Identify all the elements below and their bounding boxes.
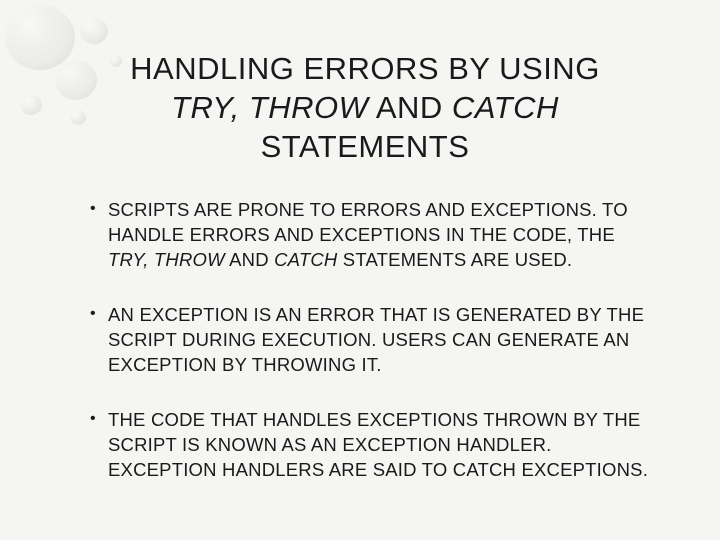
bullet-text: AND	[225, 249, 274, 270]
bullet-item: THE CODE THAT HANDLES EXCEPTIONS THROWN …	[90, 408, 660, 483]
bullet-text: SCRIPTS ARE PRONE TO ERRORS AND EXCEPTIO…	[108, 199, 628, 245]
bullet-item: SCRIPTS ARE PRONE TO ERRORS AND EXCEPTIO…	[90, 198, 660, 273]
bullet-text: AN EXCEPTION IS AN ERROR THAT IS GENERAT…	[108, 304, 644, 375]
title-and: AND	[368, 90, 451, 125]
bullet-text: STATEMENTS ARE USED.	[337, 249, 572, 270]
bullet-item: AN EXCEPTION IS AN ERROR THAT IS GENERAT…	[90, 303, 660, 378]
keyword-catch: CATCH	[274, 249, 337, 270]
title-keyword-try-throw: TRY, THROW	[171, 90, 368, 125]
slide-container: HANDLING ERRORS BY USING TRY, THROW AND …	[0, 0, 720, 540]
title-keyword-catch: CATCH	[452, 90, 559, 125]
keyword-try-throw: TRY, THROW	[108, 249, 225, 270]
slide-title: HANDLING ERRORS BY USING TRY, THROW AND …	[70, 50, 660, 166]
bullet-text: THE CODE THAT HANDLES EXCEPTIONS THROWN …	[108, 409, 648, 480]
title-line1: HANDLING ERRORS BY USING	[130, 51, 600, 86]
title-line3: STATEMENTS	[261, 129, 470, 164]
bullet-list: SCRIPTS ARE PRONE TO ERRORS AND EXCEPTIO…	[70, 198, 660, 483]
